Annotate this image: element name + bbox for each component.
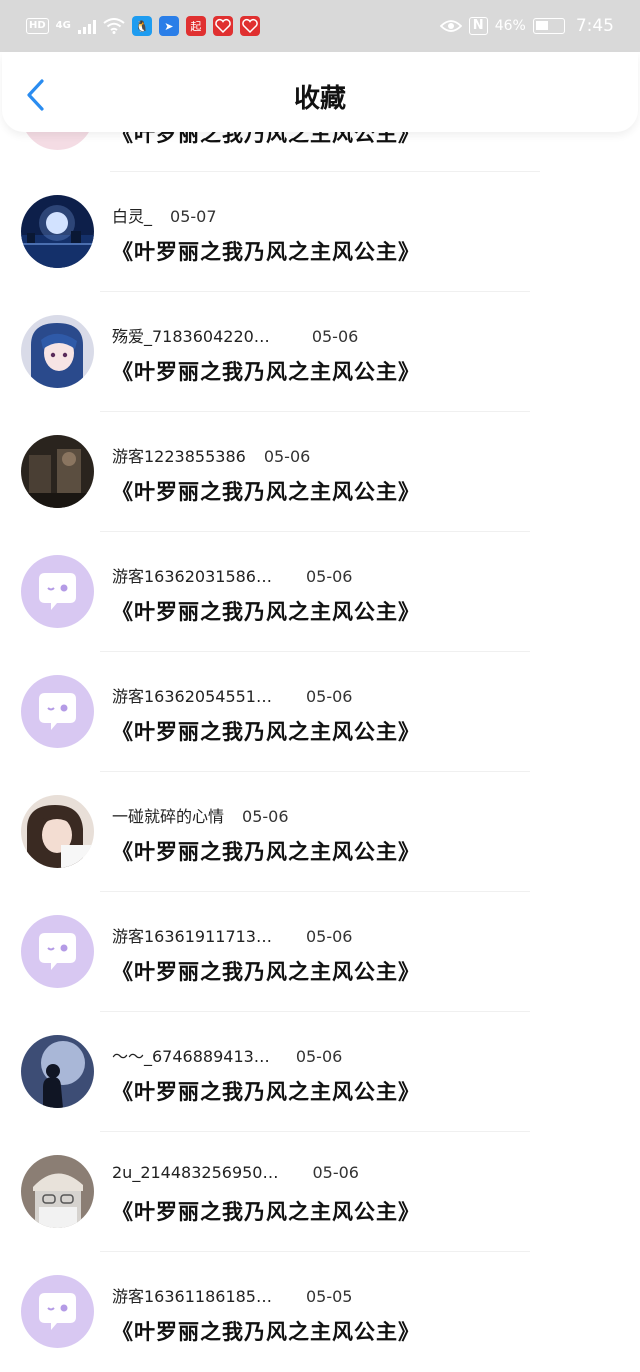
item-meta: 一碰就碎的心情 05-06 [112,803,289,826]
item-title: 《叶罗丽之我乃风之主风公主》 [112,720,420,744]
item-date: 05-06 [242,807,289,826]
list-item[interactable]: ～～_6746889413… 05-06 《叶罗丽之我乃风之主风公主》 [0,1012,640,1132]
item-meta: 游客1223855386 05-06 [112,443,311,466]
list-item[interactable]: 白灵_ 05-07 《叶罗丽之我乃风之主风公主》 [0,172,640,292]
list-item[interactable]: 2u_214483256950… 05-06 《叶罗丽之我乃风之主风公主》 [0,1132,640,1252]
item-meta: 2u_214483256950… 05-06 [112,1163,359,1185]
list-item[interactable]: 游客16361186185… 05-05 《叶罗丽之我乃风之主风公主》 [0,1252,640,1372]
battery-icon [532,18,565,34]
item-title: 《叶罗丽之我乃风之主风公主》 [112,240,420,264]
item-title: 《叶罗丽之我乃风之主风公主》 [112,600,420,624]
heart-app-icon [212,16,233,36]
item-meta: 游客16361911713… 05-06 [112,923,353,946]
hd-indicator: HD [26,18,49,34]
default-chat-avatar-icon [21,915,94,988]
default-chat-avatar-icon [21,675,94,748]
avatar [21,555,94,628]
list-item[interactable]: 游客16361911713… 05-06 《叶罗丽之我乃风之主风公主》 [0,892,640,1012]
user-name: 一碰就碎的心情 [112,807,225,826]
user-name: 游客16362031586… [112,567,272,586]
wifi-icon [103,18,125,34]
item-date: 05-06 [305,927,353,946]
avatar [21,435,94,508]
user-name: 2u_214483256950… [112,1163,279,1182]
item-title: 《叶罗丽之我乃风之主风公主》 [112,1320,420,1344]
clock: 7:45 [575,16,614,36]
item-title: 《叶罗丽之我乃风之主风公主》 [112,360,420,384]
avatar [21,315,94,388]
item-title: 《叶罗丽之我乃风之主风公主》 [112,1080,420,1104]
user-name: 游客16362054551… [112,687,272,706]
item-date: 05-06 [295,1047,343,1066]
item-meta: 游客16362054551… 05-06 [112,683,353,706]
item-date: 05-06 [305,687,353,706]
item-date: 05-07 [170,207,217,226]
item-date: 05-06 [312,1163,359,1182]
page-header: 收藏 [2,52,638,132]
default-chat-avatar-icon [21,1275,94,1348]
item-meta: 游客16361186185… 05-05 [112,1283,353,1306]
signal-icon [77,18,96,34]
list-item[interactable]: 殇爱_7183604220… 05-06 《叶罗丽之我乃风之主风公主》 [0,292,640,412]
user-name: 游客16361186185… [112,1287,272,1306]
item-meta: 游客16362031586… 05-06 [112,563,353,586]
qidian-app-icon: 起 [185,16,206,36]
nfc-icon: N [468,17,488,35]
item-title: 《叶罗丽之我乃风之主风公主》 [112,960,420,984]
page-title: 收藏 [293,84,346,114]
list-item[interactable]: 游客16362031586… 05-06 《叶罗丽之我乃风之主风公主》 [0,532,640,652]
battery-percent: 46% [494,18,526,34]
list-item[interactable]: 游客1223855386 05-06 《叶罗丽之我乃风之主风公主》 [0,412,640,532]
avatar [21,795,94,868]
item-title: 《叶罗丽之我乃风之主风公主》 [112,480,420,504]
eye-icon [439,20,462,32]
item-date: 05-05 [305,1287,353,1306]
status-bar-left: HD 4G 🐧 ➤ 起 [26,16,260,36]
user-name: ～～_6746889413… [112,1047,270,1066]
item-meta: 殇爱_7183604220… 05-06 [112,323,359,346]
avatar [21,195,94,268]
item-title: 《叶罗丽之我乃风之主风公主》 [112,840,420,864]
default-chat-avatar-icon [21,555,94,628]
qq-app-icon: 🐧 [131,16,152,36]
user-name: 游客1223855386 [112,447,246,466]
avatar [21,675,94,748]
status-bar: HD 4G 🐧 ➤ 起 N 46% 7:45 [0,0,640,52]
item-date: 05-06 [311,327,359,346]
item-meta: 白灵_ 05-07 [112,203,217,226]
avatar [21,1275,94,1348]
item-date: 05-06 [305,567,353,586]
item-meta: ～～_6746889413… 05-06 [112,1043,343,1066]
item-title: 《叶罗丽之我乃风之主风公主》 [112,1200,420,1224]
avatar [21,1035,94,1108]
user-name: 白灵_ [112,207,153,226]
avatar [21,1155,94,1228]
arrow-app-icon: ➤ [158,16,179,36]
network-type: 4G [55,20,71,31]
avatar [21,915,94,988]
item-date: 05-06 [263,447,311,466]
list-item[interactable]: 一碰就碎的心情 05-06 《叶罗丽之我乃风之主风公主》 [0,772,640,892]
list-item[interactable]: 游客16362054551… 05-06 《叶罗丽之我乃风之主风公主》 [0,652,640,772]
user-name: 游客16361911713… [112,927,272,946]
status-bar-right: N 46% 7:45 [439,16,614,36]
user-name: 殇爱_7183604220… [112,327,270,346]
heart-app-icon-2 [239,16,260,36]
